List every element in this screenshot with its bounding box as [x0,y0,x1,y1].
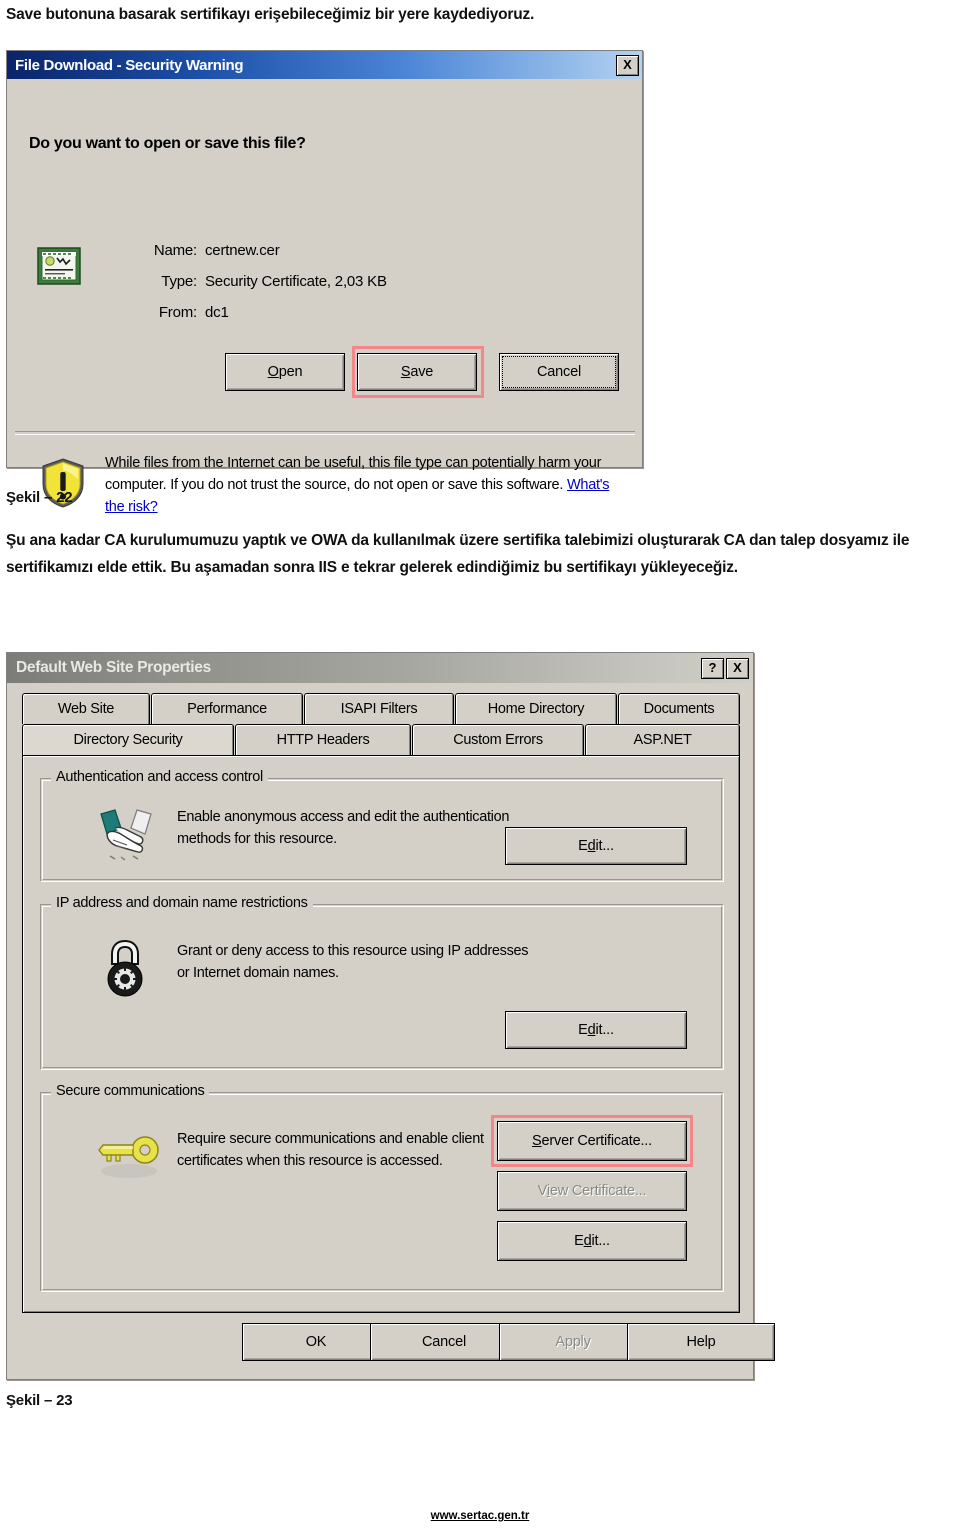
dialog-action-bar: OK Cancel Apply Help [22,1323,775,1367]
tab-documents[interactable]: Documents [618,693,740,724]
secure-communications-description: Require secure communications and enable… [177,1131,484,1169]
file-from-label: From: [158,304,197,321]
file-name-row: Name: certnew.cer [135,242,280,259]
padlock-icon [107,939,143,997]
secure-communications-edit-button[interactable]: Edit... [497,1221,687,1261]
figure-22-caption: Şekil – 22 [6,489,73,506]
key-icon [98,1136,159,1178]
tab-directory-security[interactable]: Directory Security [22,724,234,755]
certificate-file-icon [37,247,81,285]
download-warning-text: While files from the Internet can be use… [105,452,630,518]
footer-url[interactable]: www.sertac.gen.tr [0,1510,960,1522]
tab-http-headers[interactable]: HTTP Headers [235,724,411,755]
help-question-icon[interactable]: ? [701,657,724,679]
close-icon[interactable]: X [616,54,639,76]
tab-web-site[interactable]: Web Site [22,693,150,724]
help-button[interactable]: Help [627,1323,775,1361]
server-certificate-button[interactable]: Server Certificate... [497,1121,687,1161]
close-icon[interactable]: X [726,657,749,679]
file-download-titlebar: File Download - Security Warning X [7,51,642,79]
directory-security-panel: Authentication and access control Enable… [22,755,740,1313]
authentication-description: Enable anonymous access and edit the aut… [177,809,510,847]
tab-strip: Web Site Performance ISAPI Filters Home … [22,693,740,755]
figure-23-caption: Şekil – 23 [6,1392,73,1409]
cancel-button[interactable]: Cancel [370,1323,518,1361]
file-name-value: certnew.cer [205,242,280,259]
default-web-site-properties-dialog: Default Web Site Properties ? X Web Site… [6,652,775,1380]
ok-button[interactable]: OK [242,1323,390,1361]
authentication-edit-button[interactable]: Edit... [505,827,687,865]
body-paragraph: Şu ana kadar CA kurulumumuzu yaptık ve O… [6,532,910,576]
file-type-row: Type: Security Certificate, 2,03 KB [135,273,387,290]
secure-communications-group-title: Secure communications [51,1083,210,1099]
tab-row-lower: Directory Security HTTP Headers Custom E… [22,724,740,755]
tab-isapi-filters[interactable]: ISAPI Filters [304,693,454,724]
ip-restrictions-group: IP address and domain name restrictions … [40,895,724,1070]
file-download-question: Do you want to open or save this file? [29,135,306,152]
properties-title: Default Web Site Properties [16,659,211,676]
tab-performance[interactable]: Performance [151,693,303,724]
open-button[interactable]: Open [225,353,345,391]
file-type-label: Type: [161,273,197,290]
properties-titlebar: Default Web Site Properties ? X [7,653,753,683]
file-from-value: dc1 [205,304,229,321]
file-download-security-warning-dialog: File Download - Security Warning X Do yo… [6,50,643,515]
tab-custom-errors[interactable]: Custom Errors [412,724,584,755]
view-certificate-button: View Certificate... [497,1171,687,1211]
properties-body: Web Site Performance ISAPI Filters Home … [7,683,775,1380]
intro-paragraph: Save butonuna basarak sertifikayı erişeb… [6,6,535,23]
handshake-icon [100,809,152,861]
save-button[interactable]: Save [357,353,477,391]
warning-body: While files from the Internet can be use… [105,455,602,494]
tab-row-upper: Web Site Performance ISAPI Filters Home … [22,693,740,724]
ip-restrictions-edit-button[interactable]: Edit... [505,1011,687,1049]
authentication-group-title: Authentication and access control [51,769,268,785]
file-type-value: Security Certificate, 2,03 KB [205,273,387,290]
tab-home-directory[interactable]: Home Directory [455,693,617,724]
file-download-body: Do you want to open or save this file? N… [7,79,642,515]
divider [15,431,635,435]
authentication-group: Authentication and access control Enable… [40,769,724,882]
file-from-row: From: dc1 [135,304,229,321]
secure-communications-group: Secure communications Require secure com… [40,1083,724,1292]
file-download-title: File Download - Security Warning [15,56,244,74]
tab-asp-net[interactable]: ASP.NET [585,724,740,755]
ip-restrictions-description: Grant or deny access to this resource us… [177,943,529,981]
cancel-button[interactable]: Cancel [499,353,619,391]
ip-restrictions-group-title: IP address and domain name restrictions [51,895,313,911]
file-name-label: Name: [153,242,197,259]
apply-button: Apply [499,1323,647,1361]
